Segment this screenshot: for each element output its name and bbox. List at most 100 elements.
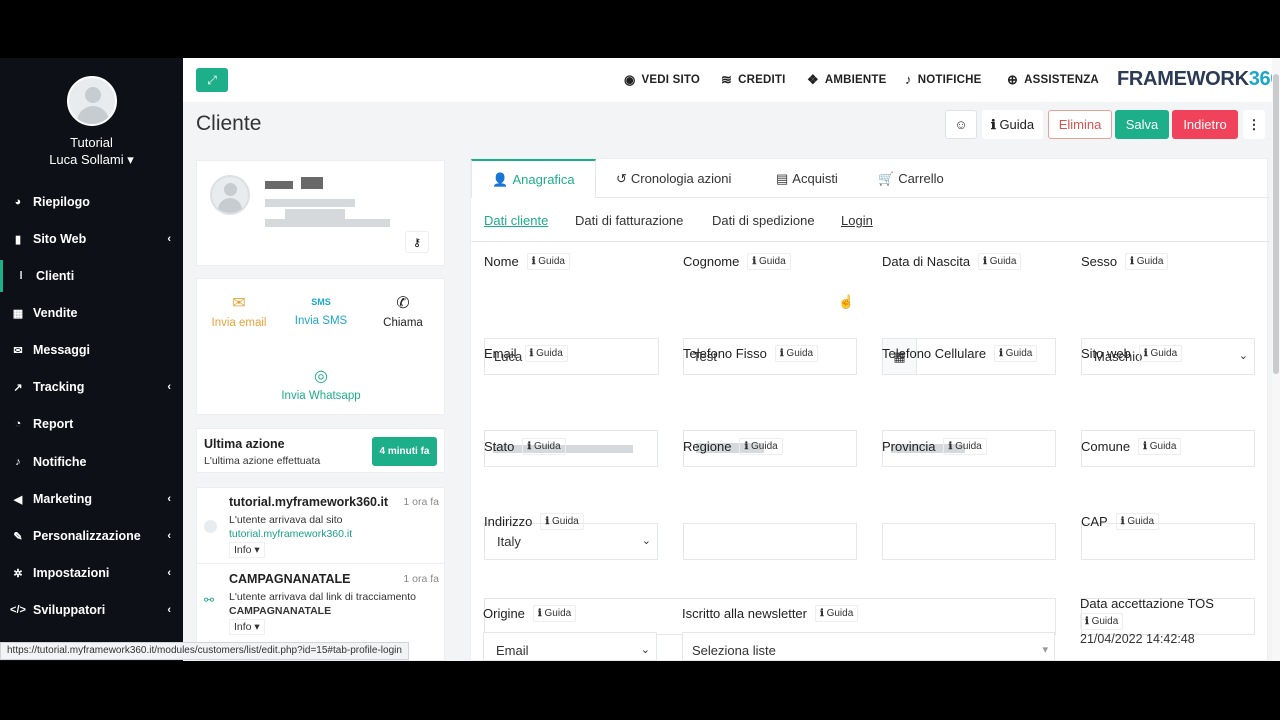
sidebar-item-vendite[interactable]: ▦ Vendite	[0, 297, 183, 329]
page-title: Cliente	[196, 112, 262, 135]
redacted-detail	[285, 209, 345, 219]
nome-label: Nome ℹ Guida	[484, 253, 570, 270]
file-icon: ▮	[14, 233, 22, 246]
email-label: Email ℹ Guida	[484, 345, 568, 362]
key-icon: ⚷	[412, 236, 422, 249]
whatsapp-icon: ◎	[314, 368, 328, 385]
chevron-left-icon: ‹	[167, 567, 171, 579]
sidebar-item-sito-web[interactable]: ▮ Sito Web ‹	[0, 223, 183, 255]
chevron-left-icon: ‹	[167, 233, 171, 245]
guida-badge[interactable]: ℹ Guida	[532, 605, 577, 622]
sidebar-user-name[interactable]: Luca Sollami ▾	[0, 152, 183, 168]
elimina-button[interactable]: Elimina	[1048, 110, 1112, 139]
receipt-icon: ▤	[776, 170, 789, 186]
subtab-login[interactable]: Login	[841, 213, 873, 228]
tab-cronologia-azioni[interactable]: ↺ Cronologia azioni	[616, 159, 731, 198]
topbar: ⤢ ◉ VEDI SITO ≋ CREDITI ❖ AMBIENTE ♪ NOTIFIC…	[183, 58, 1280, 102]
tab-carrello[interactable]: 🛒 Carrello	[878, 159, 944, 198]
lifebuoy-icon: ⊕	[1007, 72, 1019, 87]
invia-whatsapp-action[interactable]: ◎ Invia Whatsapp	[271, 366, 371, 402]
origine-select[interactable]: Email ⌄	[483, 632, 657, 661]
telefono-fisso-label: Telefono Fisso ℹ Guida	[683, 345, 819, 362]
provincia-field[interactable]	[882, 523, 1056, 560]
guida-badge[interactable]: ℹ Guida	[1138, 438, 1182, 455]
guida-button[interactable]: ℹ Guida	[982, 110, 1043, 139]
tab-acquisti[interactable]: ▤ Acquisti	[776, 159, 838, 198]
brand-logo[interactable]: FRAMEWORK360	[1117, 68, 1280, 91]
guida-badge[interactable]: ℹ Guida	[739, 438, 783, 455]
guida-badge[interactable]: ℹ Guida	[522, 438, 566, 455]
stato-label: Stato ℹ Guida	[484, 438, 566, 455]
sidebar-item-clienti[interactable]: ǀ Clienti	[0, 260, 183, 292]
invia-email-action[interactable]: ✉ Invia email	[199, 293, 279, 329]
tab-anagrafica[interactable]: 👤 Anagrafica	[471, 159, 596, 198]
status-url: https://tutorial.myframework360.it/modul…	[0, 642, 409, 660]
sesso-label: Sesso ℹ Guida	[1081, 253, 1169, 270]
sidebar-item-messaggi[interactable]: ✉ Messaggi	[0, 334, 183, 366]
envelope-icon: ✉	[13, 344, 23, 357]
user-edit-icon: 👤	[492, 171, 509, 187]
indietro-button[interactable]: Indietro	[1172, 110, 1238, 139]
chevron-left-icon: ‹	[167, 381, 171, 393]
chevron-down-icon: ⌄	[640, 644, 650, 656]
top-link-vedi-sito[interactable]: ◉ VEDI SITO	[624, 72, 700, 88]
regione-field[interactable]	[683, 523, 857, 560]
sidebar-item-notifiche[interactable]: ♪ Notifiche	[0, 446, 183, 478]
expand-button[interactable]: ⤢	[196, 68, 228, 92]
subtab-dati-cliente[interactable]: Dati cliente	[484, 213, 548, 228]
sidebar-item-report[interactable]: ◔ Report	[0, 408, 183, 440]
subtab-dati-fatturazione[interactable]: Dati di fatturazione	[575, 213, 683, 228]
user-avatar[interactable]	[67, 76, 117, 126]
kebab-icon: ⋮	[1247, 116, 1261, 132]
newsletter-select[interactable]: Seleziona liste ▾	[682, 632, 1055, 661]
salva-button[interactable]: Salva	[1115, 110, 1169, 139]
guida-badge[interactable]: ℹ Guida	[1080, 613, 1124, 630]
guida-badge[interactable]: ℹ Guida	[943, 438, 987, 455]
more-menu-button[interactable]: ⋮	[1243, 110, 1265, 139]
sidebar-item-sviluppatori[interactable]: </> Sviluppatori ‹	[0, 594, 183, 626]
pie-icon: ◔	[14, 418, 22, 430]
sidebar-item-riepilogo[interactable]: ◕ Riepilogo	[0, 186, 183, 218]
chevron-down-icon: ⌄	[641, 535, 651, 547]
guida-badge[interactable]: ℹ Guida	[1125, 253, 1169, 270]
guida-badge[interactable]: ℹ Guida	[994, 345, 1038, 362]
cognome-label: Cognome ℹ Guida	[683, 253, 791, 270]
redacted-name	[301, 177, 323, 189]
mouse-cursor: ☝	[838, 294, 855, 309]
last-action-time-badge: 4 minuti fa	[372, 437, 437, 466]
top-link-crediti[interactable]: ≋ CREDITI	[721, 72, 786, 88]
key-button[interactable]: ⚷	[405, 231, 429, 253]
sidebar-user-org: Tutorial	[70, 135, 113, 150]
sidebar-item-marketing[interactable]: ◀ Marketing ‹	[0, 483, 183, 515]
top-link-notifiche[interactable]: ♪ NOTIFICHE	[905, 72, 981, 87]
chiama-action[interactable]: ✆ Chiama	[363, 293, 443, 329]
emoji-button[interactable]: ☺	[945, 110, 977, 139]
guida-badge[interactable]: ℹ Guida	[774, 345, 819, 362]
guida-badge[interactable]: ℹ Guida	[526, 253, 570, 270]
info-dropdown[interactable]: Info ▾	[229, 542, 265, 558]
timeline-source-link[interactable]: tutorial.myframework360.it	[229, 528, 352, 540]
invia-sms-action[interactable]: SMS Invia SMS	[281, 293, 361, 327]
guida-badge[interactable]: ℹ Guida	[815, 605, 859, 622]
tos-guida: ℹ Guida	[1080, 613, 1124, 630]
envelope-icon: ✉	[232, 295, 246, 312]
tos-label: Data accettazione TOS	[1080, 596, 1214, 611]
customer-avatar	[210, 175, 250, 215]
regione-label: Regione ℹ Guida	[683, 438, 783, 455]
scrollbar[interactable]	[1272, 58, 1280, 661]
sidebar-item-impostazioni[interactable]: ✲ Impostazioni ‹	[0, 557, 183, 589]
guida-badge[interactable]: ℹ Guida	[540, 513, 584, 530]
guida-badge[interactable]: ℹ Guida	[978, 253, 1022, 270]
top-link-ambiente[interactable]: ❖ AMBIENTE	[807, 72, 887, 88]
info-dropdown[interactable]: Info ▾	[229, 619, 265, 635]
guida-badge[interactable]: ℹ Guida	[1138, 345, 1183, 362]
megaphone-icon: ◀	[13, 493, 23, 506]
sidebar-item-personalizzazione[interactable]: ✎ Personalizzazione ‹	[0, 520, 183, 552]
guida-badge[interactable]: ℹ Guida	[747, 253, 791, 270]
top-link-assistenza[interactable]: ⊕ ASSISTENZA	[1007, 72, 1099, 88]
guida-badge[interactable]: ℹ Guida	[1115, 513, 1160, 530]
sidebar-item-tracking[interactable]: ↗ Tracking ‹	[0, 371, 183, 403]
sito-web-label: Sito web ℹ Guida	[1081, 345, 1183, 362]
subtab-dati-spedizione[interactable]: Dati di spedizione	[712, 213, 815, 228]
guida-badge[interactable]: ℹ Guida	[524, 345, 568, 362]
